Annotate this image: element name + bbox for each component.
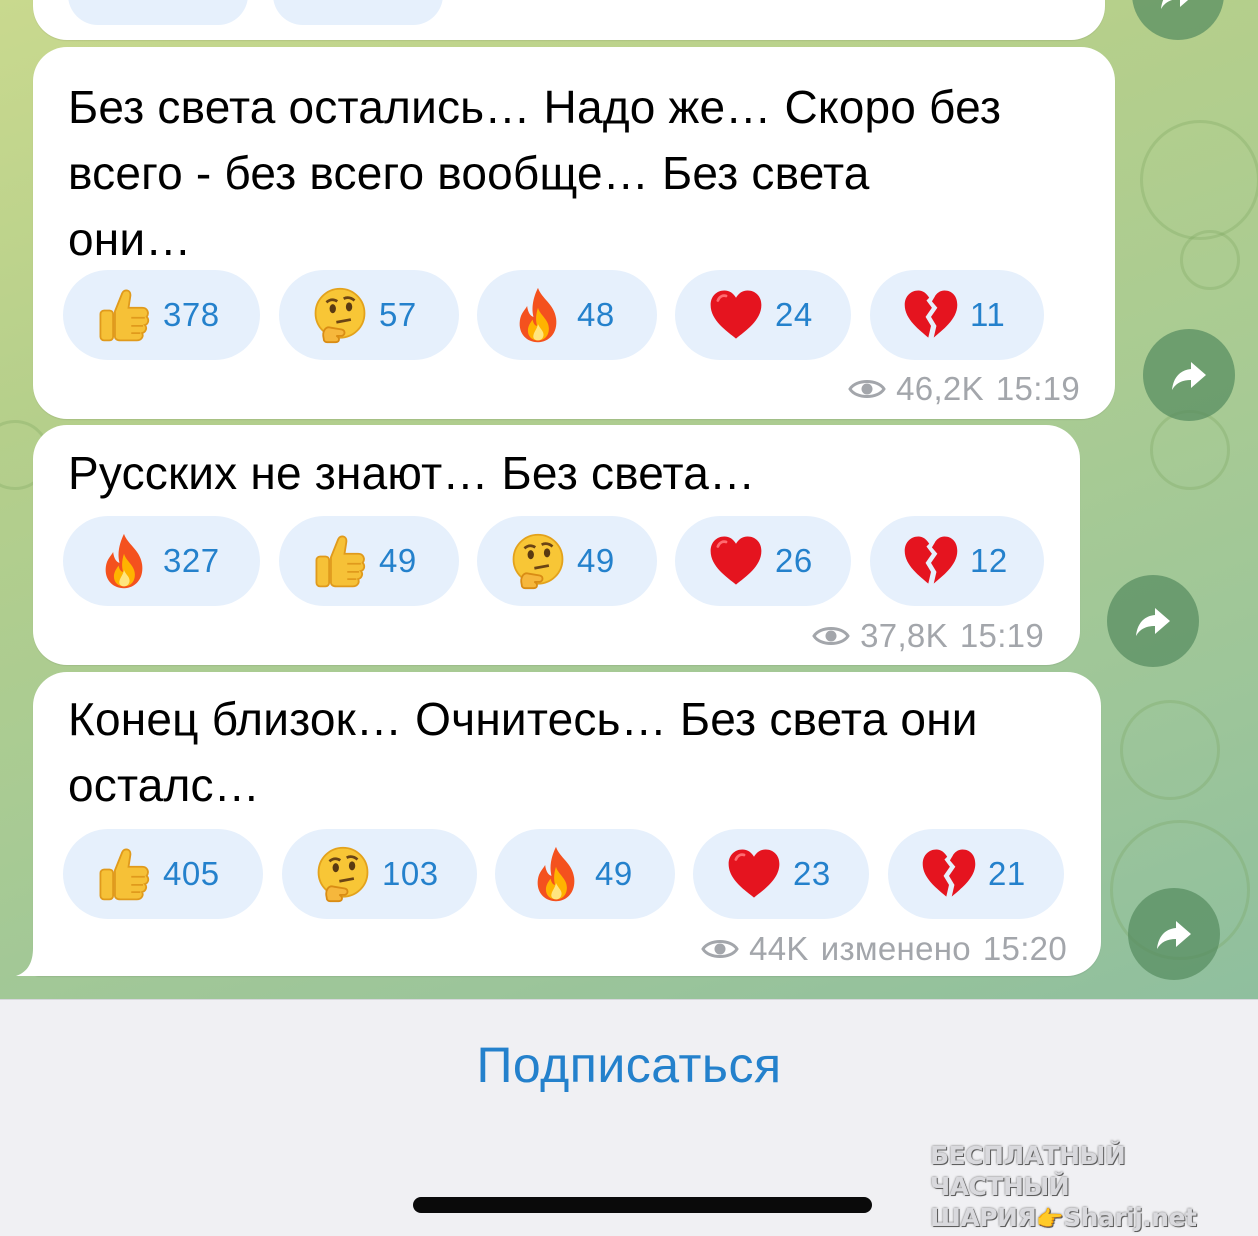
message-meta: 37,8K 15:19: [812, 617, 1044, 655]
reaction-thumbs-up[interactable]: 378: [63, 270, 260, 360]
reaction-broken-heart[interactable]: 12: [870, 516, 1044, 606]
previous-message-bubble: [33, 0, 1105, 40]
reaction-count: 57: [379, 296, 417, 333]
reaction-fire[interactable]: 49: [495, 829, 675, 919]
reaction-fire[interactable]: 327: [63, 516, 260, 606]
reaction-count: 12: [970, 542, 1008, 579]
thinking-face-icon: [314, 845, 372, 903]
reaction-heart[interactable]: 24: [675, 270, 851, 360]
message-text: Конец близок… Очнитесь… Без света они ос…: [68, 693, 978, 811]
view-count: 46,2K: [896, 370, 984, 407]
reaction-thinking[interactable]: 57: [279, 270, 459, 360]
message-time: 15:19: [995, 370, 1080, 407]
watermark-line: ШАРИЯ👉Sharij.net: [930, 1203, 1197, 1232]
reaction-chip[interactable]: [273, 0, 443, 25]
reaction-thumbs-up[interactable]: 49: [279, 516, 459, 606]
reaction-thumbs-up[interactable]: 405: [63, 829, 263, 919]
reaction-count: 378: [163, 296, 220, 333]
share-button[interactable]: [1107, 575, 1199, 667]
share-icon: [1133, 601, 1173, 641]
message-text: Русских не знают… Без света…: [68, 447, 756, 499]
share-button[interactable]: [1128, 888, 1220, 980]
share-icon: [1158, 0, 1198, 14]
message-text: Без света остались… Надо же… Скоро без в…: [68, 81, 1002, 265]
broken-heart-icon: [902, 532, 960, 590]
views-eye-icon: [812, 623, 850, 649]
reaction-count: 103: [382, 855, 439, 892]
share-icon: [1169, 355, 1209, 395]
share-button[interactable]: [1143, 329, 1235, 421]
view-count: 44K: [749, 930, 809, 967]
fire-icon: [95, 532, 153, 590]
reaction-count: 21: [988, 855, 1026, 892]
share-button[interactable]: [1132, 0, 1224, 40]
fire-icon: [509, 286, 567, 344]
message-bubble[interactable]: Конец близок… Очнитесь… Без света они ос…: [33, 672, 1101, 976]
views-eye-icon: [701, 936, 739, 962]
reaction-thinking[interactable]: 103: [282, 829, 477, 919]
reaction-count: 48: [577, 296, 615, 333]
red-heart-icon: [725, 845, 783, 903]
chat-background: Без света остались… Надо же… Скоро без в…: [0, 0, 1258, 999]
watermark-line: БЕСПЛАТНЫЙ ЧАСТНЫЙ: [930, 1141, 1126, 1201]
reaction-count: 49: [379, 542, 417, 579]
bottom-bar: Подписаться БЕСПЛАТНЫЙ ЧАСТНЫЙ ШАРИЯ👉Sha…: [0, 999, 1258, 1236]
message-meta: 44K изменено 15:20: [701, 930, 1067, 968]
reaction-broken-heart[interactable]: 21: [888, 829, 1064, 919]
reaction-thinking[interactable]: 49: [477, 516, 657, 606]
edited-label: изменено: [820, 930, 971, 967]
red-heart-icon: [707, 532, 765, 590]
fire-icon: [527, 845, 585, 903]
share-icon: [1154, 914, 1194, 954]
bubble-tail: [16, 948, 56, 976]
reaction-fire[interactable]: 48: [477, 270, 657, 360]
reaction-count: 23: [793, 855, 831, 892]
message-meta: 46,2K 15:19: [848, 370, 1080, 408]
red-heart-icon: [707, 286, 765, 344]
reaction-broken-heart[interactable]: 11: [870, 270, 1044, 360]
message-time: 15:20: [982, 930, 1067, 967]
watermark: БЕСПЛАТНЫЙ ЧАСТНЫЙ ШАРИЯ👉Sharij.net: [930, 1140, 1230, 1235]
broken-heart-icon: [920, 845, 978, 903]
views-eye-icon: [848, 376, 886, 402]
reaction-heart[interactable]: 26: [675, 516, 851, 606]
pointing-hand-icon: 👉: [1036, 1207, 1064, 1232]
thinking-face-icon: [509, 532, 567, 590]
reaction-heart[interactable]: 23: [693, 829, 869, 919]
reaction-count: 49: [595, 855, 633, 892]
thumbs-up-icon: [311, 532, 369, 590]
message-bubble[interactable]: Русских не знают… Без света… 327 49 49 2…: [33, 425, 1080, 665]
thumbs-up-icon: [95, 286, 153, 344]
message-bubble[interactable]: Без света остались… Надо же… Скоро без в…: [33, 47, 1115, 419]
broken-heart-icon: [902, 286, 960, 344]
reaction-count: 26: [775, 542, 813, 579]
reaction-count: 24: [775, 296, 813, 333]
reaction-count: 49: [577, 542, 615, 579]
reaction-count: 11: [970, 296, 1006, 333]
reaction-count: 327: [163, 542, 220, 579]
thinking-face-icon: [311, 286, 369, 344]
view-count: 37,8K: [860, 617, 948, 654]
message-time: 15:19: [959, 617, 1044, 654]
reaction-chip[interactable]: [68, 0, 248, 25]
subscribe-button[interactable]: Подписаться: [0, 1036, 1258, 1094]
thumbs-up-icon: [95, 845, 153, 903]
reaction-count: 405: [163, 855, 220, 892]
home-indicator[interactable]: [413, 1197, 872, 1213]
